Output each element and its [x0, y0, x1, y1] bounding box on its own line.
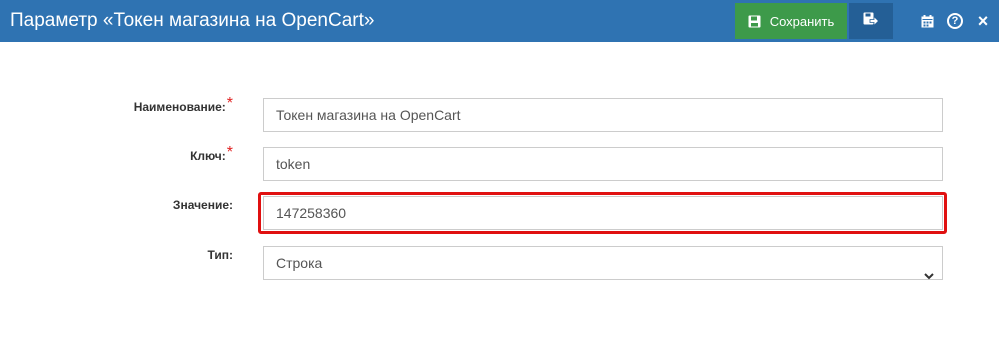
type-label: Тип:	[207, 248, 234, 262]
help-icon[interactable]: ?	[945, 11, 965, 31]
save-and-close-button[interactable]	[849, 3, 893, 39]
required-mark: *	[226, 144, 233, 161]
save-button-label: Сохранить	[769, 13, 835, 29]
type-select[interactable]: Строка	[263, 246, 943, 280]
calendar-icon[interactable]	[917, 11, 937, 31]
name-field[interactable]: Токен магазина на OpenCart	[263, 98, 943, 132]
type-select-value: Строка	[276, 255, 323, 271]
value-label: Значение:	[172, 198, 233, 212]
key-label: Ключ:*	[190, 144, 233, 163]
window-title: Параметр «Токен магазина на OpenCart»	[10, 10, 375, 31]
save-and-close-icon	[863, 12, 880, 31]
key-field[interactable]: token	[263, 147, 943, 181]
window-header: Параметр «Токен магазина на OpenCart» Со…	[0, 0, 999, 42]
required-mark: *	[226, 95, 233, 112]
save-button[interactable]: Сохранить	[735, 3, 847, 39]
name-label: Наименование:*	[133, 95, 233, 114]
chevron-down-icon	[924, 259, 934, 291]
save-icon	[748, 15, 761, 28]
value-field[interactable]: 147258360	[263, 196, 943, 230]
close-icon[interactable]: ×	[973, 11, 993, 31]
